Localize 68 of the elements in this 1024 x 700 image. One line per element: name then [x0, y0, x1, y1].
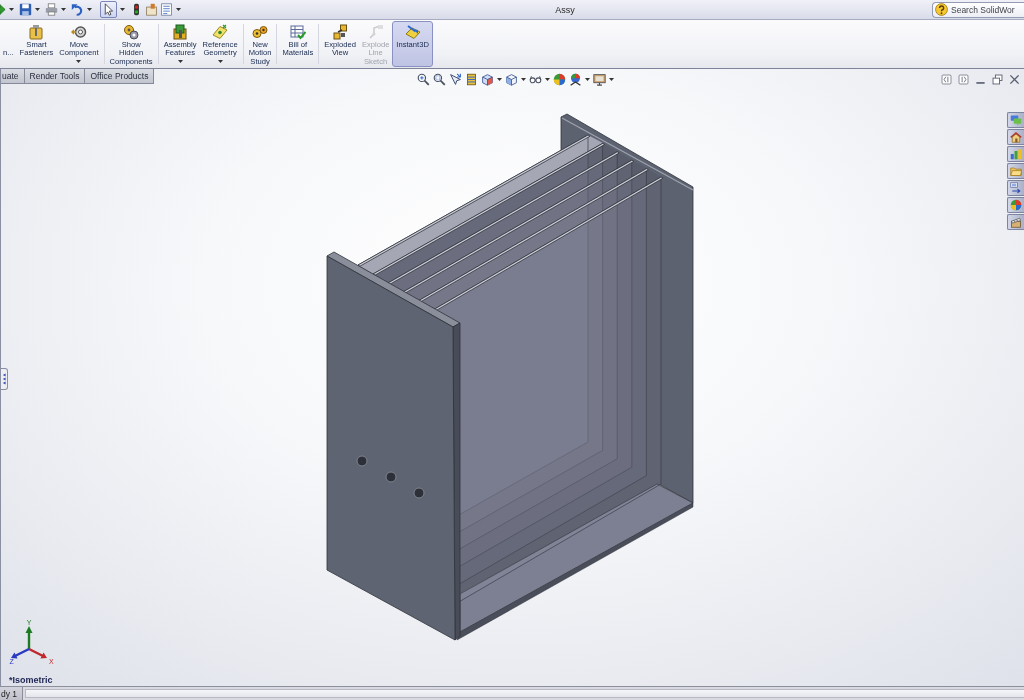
command-tab[interactable]: Render Tools	[24, 69, 86, 84]
plane-icon	[212, 24, 229, 40]
task-pane-tab[interactable]	[1007, 129, 1024, 145]
task-pane-tab[interactable]	[1007, 197, 1024, 213]
cube-icon[interactable]	[505, 73, 518, 86]
save-icon[interactable]	[19, 3, 32, 16]
task-pane-tab[interactable]	[1007, 180, 1024, 196]
arrow-icon[interactable]	[0, 3, 6, 16]
horizontal-scrollbar[interactable]	[25, 689, 1024, 698]
gears-icon	[252, 24, 268, 40]
color-sphere-icon[interactable]	[569, 73, 582, 86]
bottom-tab[interactable]: dy 1	[0, 687, 24, 700]
view-name-label: *Isometric	[9, 675, 53, 685]
caret-icon[interactable]	[176, 8, 181, 11]
task-pane-tab[interactable]	[1007, 214, 1024, 230]
panel-left-icon[interactable]	[941, 74, 952, 85]
cube-icon[interactable]	[481, 73, 494, 86]
color-wheel-icon	[1010, 199, 1022, 211]
help-icon[interactable]	[935, 3, 948, 16]
task-pane-tab[interactable]	[1007, 163, 1024, 179]
caret-icon[interactable]	[120, 8, 125, 11]
task-pane-tab[interactable]	[1007, 146, 1024, 162]
caret-icon[interactable]	[87, 8, 92, 11]
caret-icon[interactable]	[61, 8, 66, 11]
caret-icon[interactable]	[177, 59, 183, 63]
caret-icon[interactable]	[497, 78, 502, 81]
window-title: Assy	[554, 4, 576, 15]
list-arrow-icon	[1010, 182, 1022, 194]
search-field[interactable]: Search SolidWor	[948, 4, 1023, 15]
pointer-arrow-icon[interactable]	[449, 73, 462, 86]
caret-icon[interactable]	[35, 8, 40, 11]
pointer-icon[interactable]	[100, 1, 117, 18]
line-sketch-icon	[367, 24, 384, 40]
caret-icon[interactable]	[9, 8, 14, 11]
color-wheel-icon[interactable]	[553, 73, 566, 86]
block-icon	[172, 24, 189, 40]
caret-icon[interactable]	[585, 78, 590, 81]
caret-icon[interactable]	[609, 78, 614, 81]
fastener-icon	[28, 24, 45, 40]
task-pane-tab[interactable]	[1007, 112, 1024, 128]
monitor-icon[interactable]	[593, 73, 606, 86]
exploded-parts-icon	[332, 24, 349, 40]
magnifier-icon[interactable]	[433, 73, 446, 86]
caret-icon[interactable]	[76, 59, 82, 63]
triangles-icon	[2, 372, 6, 386]
glasses-icon[interactable]	[529, 73, 542, 86]
caret-icon[interactable]	[217, 59, 223, 63]
command-tab[interactable]: uate	[1, 69, 25, 84]
house-icon	[1010, 131, 1022, 143]
restore-icon[interactable]	[992, 74, 1003, 85]
chat-bubbles-icon	[1010, 114, 1022, 126]
caret-icon[interactable]	[545, 78, 550, 81]
bar-chart-icon	[1010, 148, 1022, 160]
undo-icon[interactable]	[71, 3, 84, 16]
striped-block-icon[interactable]	[465, 73, 478, 86]
table-check-icon	[289, 24, 306, 40]
cog-arrow-icon	[70, 24, 87, 40]
panel-right-icon[interactable]	[958, 74, 969, 85]
arrow-plate-icon	[404, 24, 421, 40]
caret-icon[interactable]	[521, 78, 526, 81]
close-icon[interactable]	[1009, 74, 1020, 85]
search-bar[interactable]: Search SolidWor	[932, 1, 1024, 18]
clapperboard-icon	[1010, 216, 1022, 228]
gears-icon	[123, 24, 140, 40]
collapse-handle[interactable]	[1, 368, 8, 390]
folder-icon	[1010, 165, 1022, 177]
command-tab[interactable]: Office Products	[85, 69, 155, 84]
magnifier-icon[interactable]	[417, 73, 430, 86]
